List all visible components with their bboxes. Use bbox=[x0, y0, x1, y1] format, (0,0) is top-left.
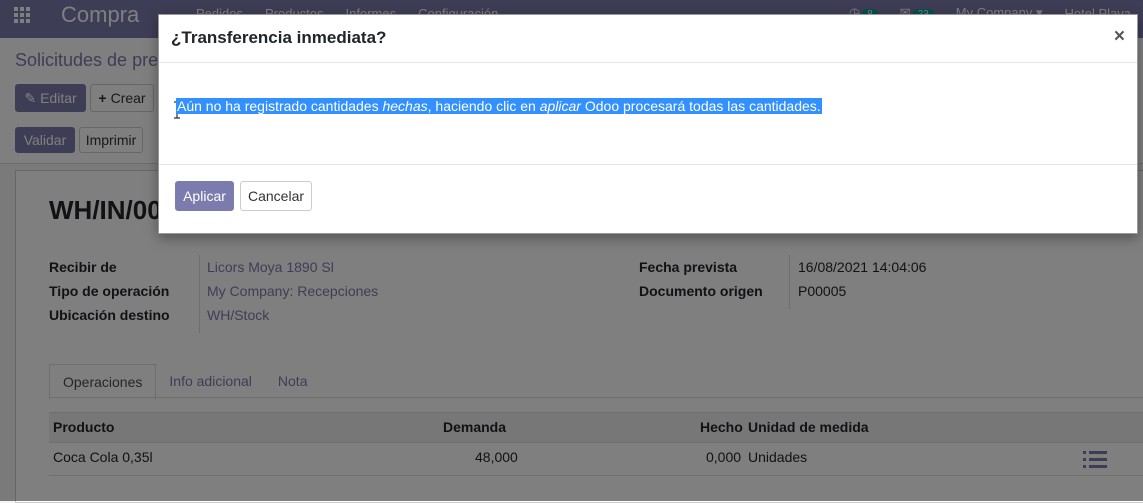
close-icon[interactable]: × bbox=[1114, 26, 1125, 48]
message-em-hechas: hechas bbox=[382, 98, 428, 114]
modal-header: ¿Transferencia inmediata? × bbox=[159, 15, 1137, 63]
modal-footer: Aplicar Cancelar bbox=[159, 165, 1137, 233]
message-text-3: Odoo procesará todas las cantidades. bbox=[580, 98, 821, 114]
message-text-1: Aún no ha registrado cantidades bbox=[177, 98, 383, 114]
immediate-transfer-dialog: ¿Transferencia inmediata? × Aún no ha re… bbox=[158, 14, 1138, 234]
cancel-button[interactable]: Cancelar bbox=[240, 181, 312, 211]
modal-message: Aún no ha registrado cantidades hechas, … bbox=[176, 98, 822, 114]
message-text-2: , haciendo clic en bbox=[427, 98, 540, 114]
modal-body: Aún no ha registrado cantidades hechas, … bbox=[159, 63, 1137, 165]
modal-title: ¿Transferencia inmediata? bbox=[171, 28, 387, 47]
apply-button[interactable]: Aplicar bbox=[175, 181, 234, 211]
message-em-aplicar: aplicar bbox=[539, 98, 581, 114]
